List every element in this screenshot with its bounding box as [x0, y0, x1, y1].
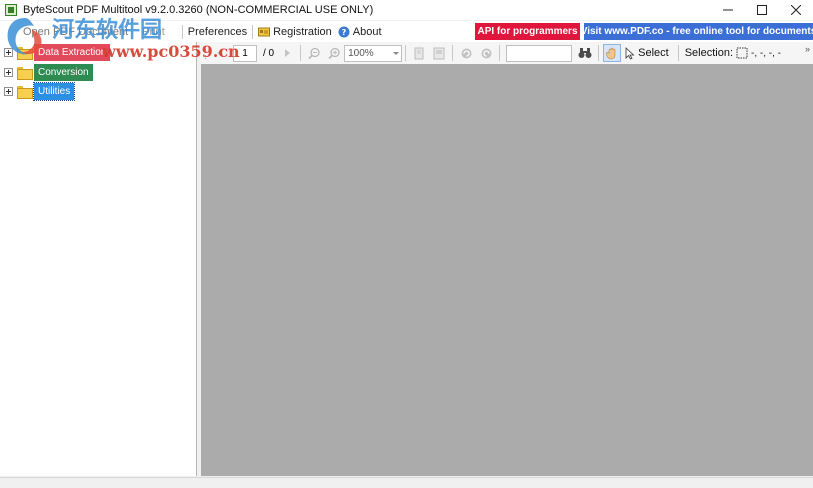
hand-icon [606, 47, 616, 59]
tree-item-utilities[interactable]: Utilities [4, 82, 76, 101]
single-page-view-button[interactable] [410, 44, 428, 62]
tree-item-data-extraction[interactable]: Data Extraction [4, 44, 111, 61]
close-button[interactable] [779, 0, 813, 20]
minimize-button[interactable] [711, 0, 745, 20]
title-bar: ByteScout PDF Multitool v9.2.0.3260 (NON… [0, 0, 813, 20]
preferences-menu[interactable]: Preferences [185, 21, 250, 42]
expand-icon[interactable] [4, 87, 13, 96]
zoom-out-button[interactable] [305, 44, 323, 62]
rotate-left-icon [461, 48, 472, 58]
expand-icon[interactable] [4, 48, 13, 57]
print-label: Print [142, 25, 165, 38]
rotate-left-button[interactable] [457, 44, 475, 62]
chevron-down-icon [393, 51, 400, 55]
toolbar-separator [452, 45, 454, 61]
selection-label: Selection: [684, 47, 734, 59]
toolbar-separator [300, 45, 302, 61]
menu-separator [181, 24, 183, 39]
preferences-label: Preferences [187, 25, 248, 38]
visit-pdfco-button[interactable]: Visit www.PDF.co - free online tool for … [581, 23, 813, 40]
toolbar-separator [499, 45, 501, 61]
next-page-button[interactable] [278, 44, 296, 62]
viewer-toolbar: 1 / 0 100% Select Selection: -, -, -, - … [200, 42, 813, 64]
maximize-button[interactable] [745, 0, 779, 20]
binoculars-icon [578, 48, 592, 58]
zoom-in-icon [328, 47, 340, 59]
svg-text:?: ? [341, 28, 346, 37]
tree-item-label: Data Extraction [34, 44, 111, 61]
about-label: About [352, 25, 382, 38]
app-icon [5, 4, 17, 16]
toolbar-separator [677, 45, 679, 61]
tools-tree-panel: Data Extraction Conversion Utilities [0, 42, 197, 476]
print-menu[interactable]: Print [139, 21, 168, 42]
toolbar-separator [598, 45, 600, 61]
help-icon: ? [338, 26, 350, 37]
cursor-arrow-icon [625, 46, 635, 60]
search-input[interactable] [506, 44, 573, 62]
close-icon [791, 5, 801, 15]
registration-menu[interactable]: Registration [255, 21, 335, 42]
app-window: ByteScout PDF Multitool v9.2.0.3260 (NON… [0, 0, 813, 488]
window-controls [711, 0, 813, 20]
fit-page-icon [433, 47, 445, 59]
page-number-input[interactable]: 1 [233, 44, 257, 62]
selection-rect-icon [736, 47, 748, 59]
toolbar-grip[interactable] [204, 45, 207, 61]
tree-item-label: Utilities [32, 82, 76, 101]
zoom-in-button[interactable] [325, 44, 343, 62]
folder-icon [17, 47, 33, 60]
folder-icon [17, 86, 33, 99]
window-title: ByteScout PDF Multitool v9.2.0.3260 (NON… [23, 4, 374, 16]
open-pdf-label: Open PDF Document [23, 25, 129, 38]
open-pdf-menu[interactable]: Open PDF Document [20, 21, 131, 42]
fit-page-button[interactable] [430, 44, 448, 62]
arrow-right-icon [285, 49, 291, 57]
maximize-icon [757, 5, 767, 15]
toolbar-overflow-icon[interactable]: » [805, 44, 810, 54]
minimize-icon [723, 9, 733, 11]
toolbar-separator [405, 45, 407, 61]
zoom-out-icon [308, 47, 320, 59]
tree-item-label: Conversion [34, 64, 93, 81]
zoom-select[interactable]: 100% [344, 44, 403, 62]
select-label: Select [638, 47, 669, 59]
previous-page-button[interactable] [211, 44, 229, 62]
menu-separator [252, 24, 254, 39]
hand-tool-button[interactable] [603, 44, 622, 62]
select-tool-button[interactable]: Select [623, 44, 674, 62]
api-for-programmers-button[interactable]: API for programmers [475, 23, 580, 40]
selection-coords: -, -, -, - [751, 47, 782, 59]
page-total: / 0 [263, 47, 275, 59]
registration-icon [258, 27, 271, 36]
expand-icon[interactable] [4, 68, 13, 77]
rotate-right-button[interactable] [477, 44, 495, 62]
folder-icon [17, 67, 33, 80]
find-button[interactable] [576, 44, 594, 62]
zoom-value: 100% [348, 47, 374, 59]
page-icon [414, 47, 424, 59]
rotate-right-icon [481, 48, 492, 58]
arrow-left-icon [217, 49, 222, 57]
document-view-area[interactable] [201, 64, 813, 476]
tree-item-conversion[interactable]: Conversion [4, 64, 93, 81]
about-menu[interactable]: ? About [335, 21, 385, 42]
status-bar [0, 477, 813, 488]
registration-label: Registration [273, 25, 332, 38]
